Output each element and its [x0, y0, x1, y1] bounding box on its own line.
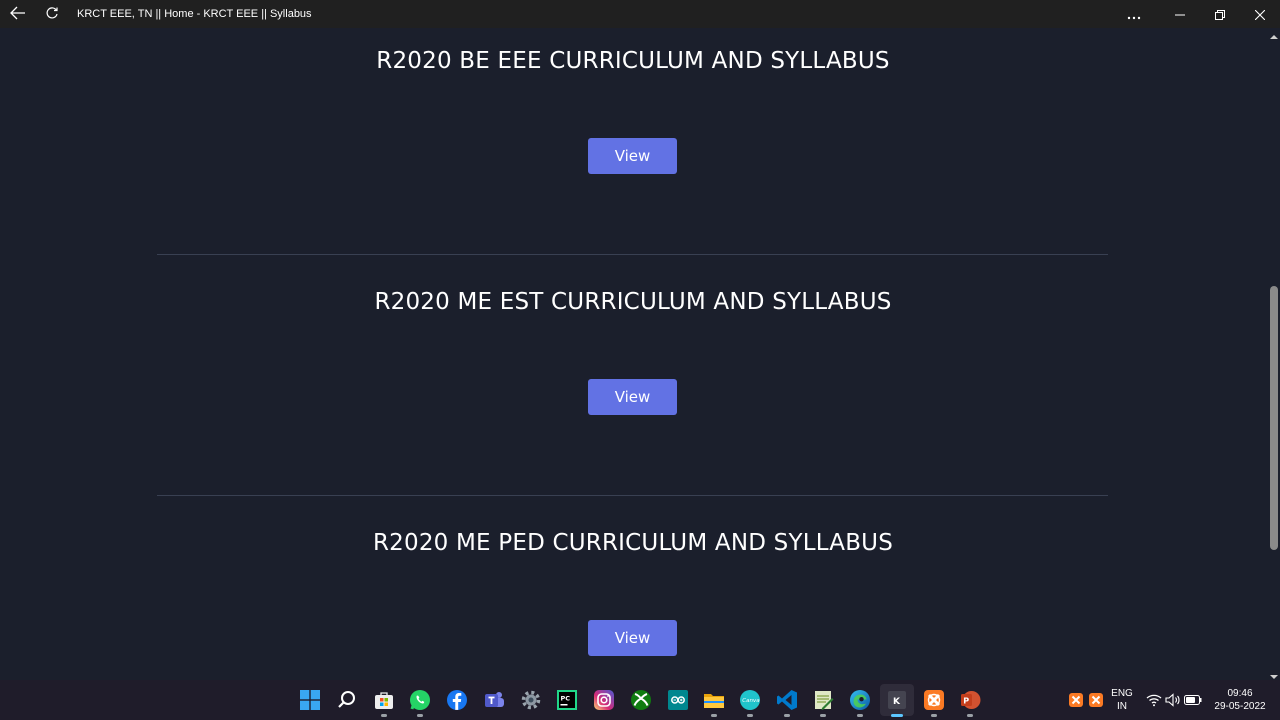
taskbar: PC Canva K P ENG IN 09:46 29-05-2022 — [0, 680, 1280, 720]
krct-app-icon[interactable]: K — [885, 688, 909, 712]
section-divider — [157, 254, 1108, 255]
section-divider — [157, 495, 1108, 496]
running-indicator — [747, 714, 753, 717]
section-title: R2020 BE EEE CURRICULUM AND SYLLABUS — [376, 48, 890, 74]
minimize-button[interactable] — [1160, 0, 1200, 28]
running-indicator — [417, 714, 423, 717]
scrollbar-thumb[interactable] — [1270, 286, 1278, 550]
section-title: R2020 ME EST CURRICULUM AND SYLLABUS — [374, 289, 892, 315]
running-indicator — [820, 714, 826, 717]
store-icon[interactable] — [372, 688, 396, 712]
instagram-icon[interactable] — [592, 688, 616, 712]
svg-text:Canva: Canva — [742, 698, 760, 704]
scroll-up-button[interactable] — [1268, 28, 1280, 40]
vertical-scrollbar[interactable] — [1268, 28, 1280, 680]
view-button[interactable]: View — [588, 620, 677, 656]
section-title: R2020 ME PED CURRICULUM AND SYLLABUS — [372, 530, 894, 556]
language-code: ENG — [1111, 688, 1133, 699]
view-button[interactable]: View — [588, 138, 677, 174]
region-code: IN — [1117, 701, 1127, 712]
search-icon[interactable] — [335, 688, 359, 712]
running-indicator — [711, 714, 717, 717]
running-indicator — [967, 714, 973, 717]
scroll-down-button[interactable] — [1268, 668, 1280, 680]
powerpoint-icon[interactable]: P — [958, 688, 982, 712]
battery-icon[interactable] — [1181, 688, 1205, 712]
canva-icon[interactable]: Canva — [738, 688, 762, 712]
start-icon[interactable] — [298, 688, 322, 712]
clock-time: 09:46 — [1227, 688, 1253, 699]
xbox-icon[interactable] — [629, 688, 653, 712]
running-indicator — [857, 714, 863, 717]
input-language[interactable]: ENG IN — [1108, 687, 1136, 713]
close-icon — [1254, 5, 1266, 24]
more-icon — [1127, 5, 1141, 24]
running-indicator — [784, 714, 790, 717]
running-indicator — [381, 714, 387, 717]
facebook-icon[interactable] — [445, 688, 469, 712]
svg-text:PC: PC — [561, 695, 571, 703]
refresh-button[interactable] — [35, 0, 69, 28]
view-button[interactable]: View — [588, 379, 677, 415]
clock-date: 29-05-2022 — [1214, 701, 1266, 712]
arduino-icon[interactable] — [666, 688, 690, 712]
more-button[interactable] — [1114, 0, 1154, 28]
back-button[interactable] — [1, 0, 35, 28]
active-app-indicator — [891, 714, 903, 717]
teams-icon[interactable] — [482, 688, 506, 712]
restore-icon — [1215, 5, 1225, 24]
window-title: KRCT EEE, TN || Home - KRCT EEE || Sylla… — [77, 8, 312, 20]
xampp-tray-icon[interactable] — [1084, 688, 1108, 712]
settings-icon[interactable] — [519, 688, 543, 712]
pycharm-icon[interactable]: PC — [555, 688, 579, 712]
edge-icon[interactable] — [848, 688, 872, 712]
notepad-icon[interactable] — [811, 688, 835, 712]
back-arrow-icon — [10, 5, 26, 24]
whatsapp-icon[interactable] — [408, 688, 432, 712]
vscode-icon[interactable] — [775, 688, 799, 712]
svg-text:K: K — [893, 697, 901, 707]
file-explorer-icon[interactable] — [702, 688, 726, 712]
title-bar: KRCT EEE, TN || Home - KRCT EEE || Sylla… — [0, 0, 1280, 28]
restore-button[interactable] — [1200, 0, 1240, 28]
refresh-icon — [45, 5, 59, 24]
xampp-icon[interactable] — [922, 688, 946, 712]
running-indicator — [931, 714, 937, 717]
minimize-icon — [1175, 5, 1185, 24]
caret-up-icon — [1270, 25, 1278, 44]
clock[interactable]: 09:46 29-05-2022 — [1208, 687, 1272, 713]
page-content: R2020 BE EEE CURRICULUM AND SYLLABUS Vie… — [0, 28, 1268, 680]
svg-text:P: P — [963, 697, 969, 706]
